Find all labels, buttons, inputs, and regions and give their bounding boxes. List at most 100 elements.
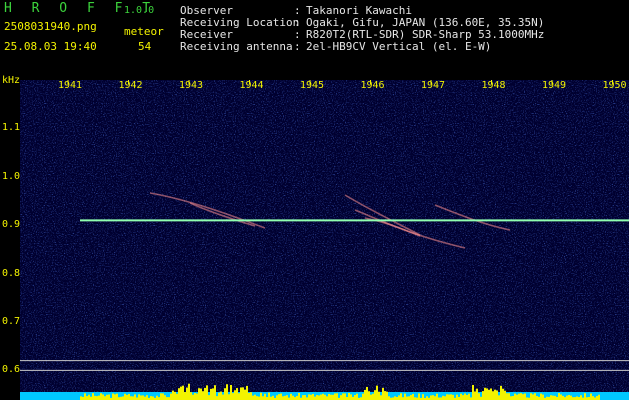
activity-bar [208,395,210,400]
activity-bar [286,395,288,400]
activity-bar [474,391,476,400]
activity-bar [452,394,454,400]
activity-bar [96,396,98,400]
time-tick-label: 1946 [360,80,385,91]
activity-bar [408,396,410,400]
activity-bar [560,394,562,400]
time-tick-label: 1942 [118,80,143,91]
activity-bar [230,385,232,400]
freq-tick-label: 0.7 [2,315,21,327]
activity-bar [328,393,330,400]
activity-bar [314,396,316,400]
activity-bar [204,387,206,400]
activity-bar [190,392,192,400]
activity-bar [584,393,586,400]
activity-bar [310,394,312,400]
activity-bar [522,394,524,400]
activity-bar [84,393,86,400]
activity-bar [340,395,342,400]
activity-bar [350,394,352,400]
activity-bar [382,387,384,400]
activity-bar [366,386,368,400]
activity-bar [344,393,346,400]
time-tick-label: 1949 [542,80,567,91]
activity-bar [282,396,284,400]
activity-bar [100,393,102,400]
timestamp-label: 25.08.03 19:40 [4,40,97,53]
freq-tick-label: 0.9 [2,219,21,231]
activity-bar [524,393,526,400]
activity-bar [106,394,108,400]
activity-bar [492,391,494,400]
activity-bar [406,396,408,400]
activity-bar [326,396,328,400]
activity-bar [130,396,132,400]
activity-bar [132,396,134,400]
activity-bar [488,389,490,400]
activity-bar [296,395,298,400]
activity-bar [460,393,462,400]
activity-bar [248,392,250,400]
activity-bar [298,393,300,400]
activity-bar [138,394,140,400]
activity-bar [434,396,436,400]
activity-bar [568,394,570,400]
activity-bar [312,393,314,400]
activity-bar [180,386,182,400]
activity-bar [182,385,184,400]
activity-bar [530,393,532,400]
info-sep: : [294,40,301,53]
activity-bar [558,393,560,400]
activity-bar [534,393,536,400]
activity-bar [520,393,522,400]
activity-bar [510,396,512,400]
time-tick-label: 1944 [239,80,264,91]
activity-bar [276,395,278,400]
activity-bar [446,394,448,400]
activity-bar [356,393,358,400]
activity-bar [218,392,220,400]
activity-bar [362,393,364,400]
activity-bar [550,395,552,400]
activity-bar [304,395,306,400]
activity-bar [160,393,162,400]
freq-tick-label: 0.6 [2,364,21,376]
activity-bar [566,395,568,400]
activity-bar [536,395,538,400]
activity-bar [292,395,294,400]
activity-bar [194,392,196,400]
activity-bar [388,396,390,400]
activity-bar [102,394,104,400]
activity-bar [256,396,258,400]
time-tick-label: 1945 [300,80,325,91]
activity-bar [178,388,180,400]
activity-bar [128,393,130,400]
freq-tick-label: 1.0 [2,170,21,182]
activity-bar [80,396,82,400]
activity-bar [400,393,402,400]
activity-bar [540,393,542,400]
activity-bar [532,394,534,400]
activity-bar [484,387,486,400]
activity-bar [150,396,152,400]
activity-bar [232,393,234,400]
time-tick-label: 1948 [481,80,506,91]
activity-bar [140,395,142,400]
activity-bar [200,388,202,400]
activity-bar [252,395,254,400]
activity-bar [570,395,572,400]
activity-bar [164,395,166,400]
activity-bar [336,393,338,400]
activity-bar [404,393,406,400]
activity-bar [104,396,106,400]
time-tick-label: 1941 [58,80,83,91]
activity-bar [216,396,218,400]
activity-bar [468,393,470,400]
activity-bar [250,392,252,400]
activity-bar [258,396,260,400]
activity-bar [324,394,326,400]
activity-bar [114,394,116,400]
header-panel: H R O F F T 1.0.0 2508031940.png 25.08.0… [0,0,629,60]
activity-bar [552,395,554,400]
activity-bar [464,393,466,400]
